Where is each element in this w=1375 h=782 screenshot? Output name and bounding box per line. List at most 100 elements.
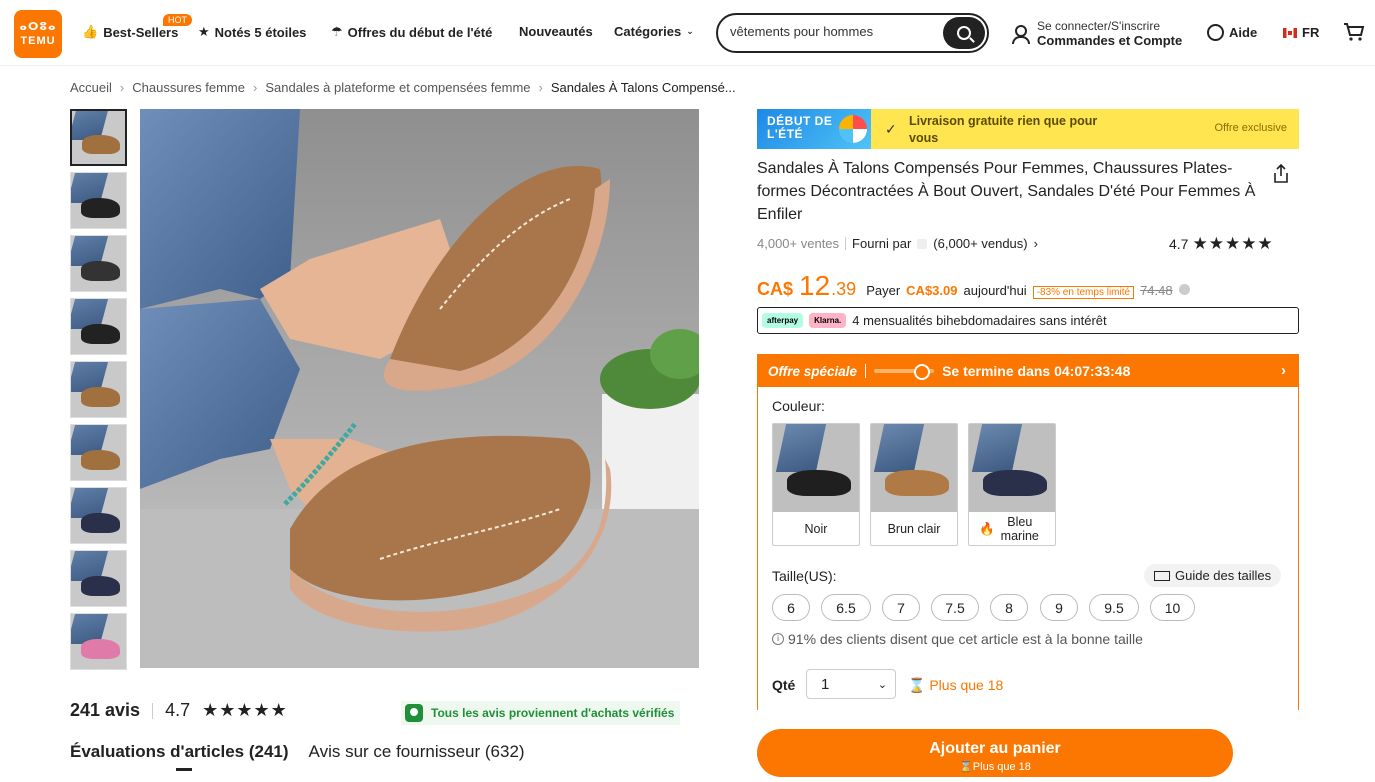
summer-promo-banner[interactable]: DÉBUT DE L'ÉTÉ ✓ Livraison gratuite rien… — [757, 109, 1299, 149]
leg-shape — [775, 424, 827, 472]
quantity-select[interactable]: 1 ⌄ — [806, 669, 896, 699]
sold-count[interactable]: (6,000+ vendus) — [933, 236, 1027, 251]
shoe-shape — [885, 470, 949, 496]
klarna-logo: Klarna. — [809, 313, 847, 328]
nav-categories-label: Catégories — [614, 24, 682, 39]
divider — [152, 702, 154, 719]
tab-item-reviews[interactable]: Évaluations d'articles (241) — [70, 742, 289, 762]
canada-flag-icon — [1283, 27, 1297, 38]
review-tabs: Évaluations d'articles (241) Avis sur ce… — [70, 742, 525, 762]
special-offer-header[interactable]: Offre spéciale Se termine dans 04:07:33:… — [758, 355, 1298, 387]
product-thumbnail[interactable] — [70, 361, 127, 418]
color-swatch-name: Noir — [804, 522, 828, 536]
umbrella-icon: ☂ — [331, 24, 343, 39]
size-option-6[interactable]: 6 — [772, 594, 810, 621]
color-swatch-image — [969, 424, 1055, 512]
info-icon[interactable] — [1178, 284, 1190, 295]
product-thumbnail[interactable] — [70, 172, 127, 229]
share-icon[interactable] — [1272, 164, 1290, 184]
cart-icon[interactable] — [1343, 22, 1365, 42]
user-icon — [1011, 24, 1030, 44]
temu-logo[interactable]: ⴰⵔⵓⴰ TEMU — [14, 10, 62, 58]
nav-five-stars[interactable]: ★ Notés 5 étoiles — [198, 24, 306, 40]
logo-line2: TEMU — [20, 35, 56, 47]
nav-best-sellers[interactable]: 👍 Best-Sellers — [82, 24, 178, 40]
size-option-6-5[interactable]: 6.5 — [821, 594, 871, 621]
chat-bubble-icon — [1207, 24, 1224, 41]
product-thumbnail[interactable] — [70, 298, 127, 355]
size-option-7-5[interactable]: 7.5 — [931, 594, 979, 621]
product-thumbnail[interactable] — [70, 235, 127, 292]
verified-purchases-badge: Tous les avis proviennent d'achats vérif… — [401, 701, 681, 725]
product-thumbnail[interactable] — [70, 613, 127, 670]
product-thumbnail[interactable] — [70, 550, 127, 607]
size-option-9-5[interactable]: 9.5 — [1089, 594, 1139, 621]
search-button[interactable] — [943, 17, 985, 49]
product-meta: 4,000+ ventes Fourni par (6,000+ vendus)… — [757, 236, 1038, 251]
special-offer-label: Offre spéciale — [768, 363, 858, 379]
language-label: FR — [1302, 25, 1320, 40]
chevron-right-icon: › — [538, 80, 543, 95]
product-title: Sandales À Talons Compensés Pour Femmes,… — [757, 160, 1256, 223]
divider — [865, 364, 867, 378]
account-menu[interactable]: Se connecter/S'inscrire Commandes et Com… — [1011, 19, 1182, 48]
breadcrumb-home[interactable]: Accueil — [70, 80, 112, 95]
old-price: 74.48 — [1140, 283, 1173, 298]
add-to-cart-button[interactable]: Ajouter au panier ⌛Plus que 18 — [757, 729, 1233, 777]
stock-left: ⌛ Plus que 18 — [908, 677, 1003, 694]
check-icon: ✓ — [885, 121, 897, 137]
size-option-9[interactable]: 9 — [1040, 594, 1078, 621]
top-header: ⴰⵔⵓⴰ TEMU 👍 Best-Sellers HOT ★ Notés 5 é… — [0, 0, 1375, 66]
price-currency: CA$ — [757, 279, 794, 299]
hourglass-icon: ⌛ — [959, 760, 973, 773]
size-guide-button[interactable]: Guide des tailles — [1144, 564, 1282, 587]
chevron-down-icon: ⌄ — [877, 678, 887, 691]
size-option-10[interactable]: 10 — [1150, 594, 1195, 621]
breadcrumb: Accueil › Chaussures femme › Sandales à … — [70, 80, 736, 95]
product-thumbnail[interactable] — [70, 109, 127, 166]
shoe-shape — [80, 323, 121, 344]
shoe-shape — [80, 386, 121, 407]
product-thumbnail[interactable] — [70, 487, 127, 544]
shoe-shape — [80, 638, 121, 659]
color-swatch-name: 🔥 Bleu marine — [969, 512, 1055, 545]
product-thumbnail[interactable] — [70, 424, 127, 481]
search-input[interactable] — [730, 24, 930, 39]
star-rating-icon: ★★★★★ — [1192, 234, 1274, 253]
color-swatch-name: Brun clair — [887, 522, 941, 536]
price-cents: .39 — [831, 279, 857, 299]
product-rating[interactable]: 4.7 ★★★★★ — [1169, 234, 1274, 254]
add-to-cart-sub-text: Plus que 18 — [972, 760, 1031, 773]
color-swatch-noir[interactable]: Noir — [772, 423, 860, 546]
supplied-by-label[interactable]: Fourni par — [852, 236, 911, 251]
language-selector[interactable]: FR — [1283, 25, 1319, 40]
add-to-cart-label: Ajouter au panier — [929, 739, 1061, 757]
color-swatch-bleu-marine[interactable]: 🔥 Bleu marine — [968, 423, 1056, 546]
star-badge-icon: ★ — [198, 24, 210, 39]
help-label: Aide — [1229, 25, 1258, 40]
nav-new-arrivals[interactable]: Nouveautés — [519, 24, 593, 39]
size-label: Taille(US): — [772, 568, 837, 584]
main-product-image[interactable] — [140, 109, 699, 668]
nav-summer-deals[interactable]: ☂ Offres du début de l'été — [331, 24, 492, 40]
color-swatch-brun-clair[interactable]: Brun clair — [870, 423, 958, 546]
shoe-shape — [80, 512, 121, 533]
help-link[interactable]: Aide — [1207, 24, 1257, 41]
shoe-shape — [80, 449, 121, 470]
tab-store-reviews[interactable]: Avis sur ce fournisseur (632) — [309, 742, 525, 762]
breadcrumb-women-shoes[interactable]: Chaussures femme — [132, 80, 245, 95]
review-rating: 4.7 — [165, 700, 191, 720]
sales-count: 4,000+ ventes — [757, 236, 840, 251]
review-count: 241 avis — [70, 700, 141, 720]
quantity-value: 1 — [821, 675, 830, 693]
nav-categories[interactable]: Catégories ⌄ — [614, 24, 694, 39]
size-option-7[interactable]: 7 — [882, 594, 920, 621]
breadcrumb-current: Sandales À Talons Compensé... — [550, 80, 736, 95]
sandal-photo — [140, 109, 699, 668]
breadcrumb-platform-sandals[interactable]: Sandales à plateforme et compensées femm… — [265, 80, 530, 95]
star-rating-icon: ★★★★★ — [202, 700, 288, 720]
product-rating-value: 4.7 — [1169, 236, 1189, 252]
installments-banner[interactable]: afterpay Klarna. 4 mensualités bihebdoma… — [757, 307, 1299, 334]
size-option-8[interactable]: 8 — [990, 594, 1028, 621]
logo-line1: ⴰⵔⵓⴰ — [19, 21, 57, 33]
